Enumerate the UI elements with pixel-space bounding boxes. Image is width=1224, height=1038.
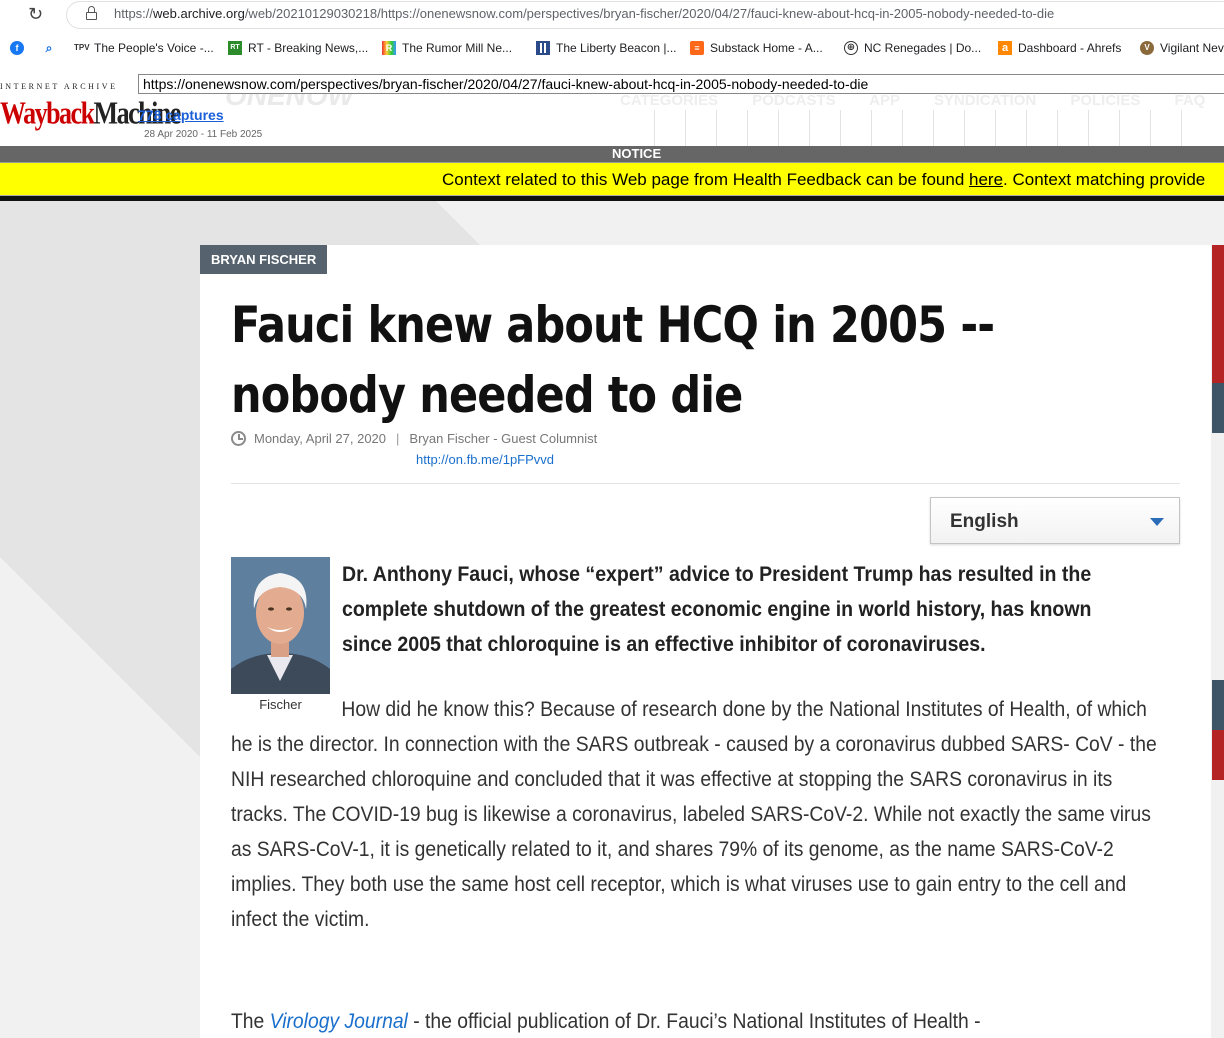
bookmark-label: The Rumor Mill Ne... xyxy=(402,41,513,55)
language-select[interactable]: English xyxy=(930,497,1180,544)
search-bookmark[interactable]: ⌕ xyxy=(42,41,56,55)
notice-text: Context related to this Web page from He… xyxy=(442,170,969,189)
bookmark-rt[interactable]: RT RT - Breaking News,... xyxy=(228,41,368,55)
meta-separator: | xyxy=(396,431,400,446)
lock-icon[interactable] xyxy=(86,6,97,20)
article-headline: Fauci knew about HCQ in 2005 -- nobody n… xyxy=(231,296,995,424)
bookmark-label: Vigilant Nev xyxy=(1160,41,1224,55)
bookmark-ahrefs[interactable]: a Dashboard - Ahrefs xyxy=(998,41,1121,55)
clock-icon xyxy=(231,431,246,446)
bookmark-substack[interactable]: ≡ Substack Home - A... xyxy=(690,41,823,55)
facebook-icon: f xyxy=(10,41,24,55)
wayback-logo-part: Wayback xyxy=(0,96,95,131)
notice-text-tail: . Context matching provide xyxy=(1003,170,1206,189)
language-value: English xyxy=(950,511,1019,532)
url-prefix: https:// xyxy=(114,6,154,21)
captures-link[interactable]: 778 captures xyxy=(138,107,224,123)
article-meta: Monday, April 27, 2020 | Bryan Fischer -… xyxy=(231,431,597,446)
author-category-tab[interactable]: BRYAN FISCHER xyxy=(200,245,328,274)
notice-title: NOTICE xyxy=(0,146,1224,162)
wayback-toolbar: ONENOW CATEGORIES PODCASTS APP SYNDICATI… xyxy=(0,70,1224,146)
bookmark-label: NC Renegades | Do... xyxy=(864,41,982,55)
bookmark-label: RT - Breaking News,... xyxy=(248,41,369,55)
rumor-mill-icon: R xyxy=(382,41,396,55)
virology-journal-link[interactable]: Virology Journal xyxy=(270,1010,408,1033)
reload-icon[interactable]: ↻ xyxy=(28,4,43,25)
bookmark-liberty-beacon[interactable]: The Liberty Beacon |... xyxy=(536,41,677,55)
facebook-bookmark[interactable]: f xyxy=(10,41,24,55)
right-edge-strip xyxy=(1212,245,1224,1038)
bookmark-vigilant[interactable]: V Vigilant Nev xyxy=(1140,41,1224,55)
article-byline: Bryan Fischer - Guest Columnist xyxy=(409,431,598,446)
capture-sparkline[interactable] xyxy=(654,110,1212,146)
author-portrait xyxy=(231,557,330,694)
article-lead: Dr. Anthony Fauci, whose “expert” advice… xyxy=(342,563,1092,656)
grid-icon xyxy=(536,41,550,55)
paragraph-text: How did he know this? Because of researc… xyxy=(231,698,1157,931)
globe-icon: ⊕ xyxy=(844,41,858,55)
internet-archive-label: INTERNET ARCHIVE xyxy=(0,82,118,91)
browser-address-bar: ↻ https://web.archive.org/web/2021012903… xyxy=(0,0,1224,30)
url-path: /web/20210129030218/https://onenewsnow.c… xyxy=(244,6,1055,21)
capture-date-range: 28 Apr 2020 - 11 Feb 2025 xyxy=(144,129,263,140)
ahrefs-icon: a xyxy=(998,41,1012,55)
url-text[interactable]: https://web.archive.org/web/202101290302… xyxy=(114,6,1054,21)
paragraph-text: The xyxy=(231,1010,270,1033)
bookmark-peoples-voice[interactable]: TPV The People's Voice -... xyxy=(74,41,214,55)
meta-divider xyxy=(231,483,1180,484)
chevron-down-icon xyxy=(1150,518,1164,526)
short-link[interactable]: http://on.fb.me/1pFPvvd xyxy=(416,452,554,467)
url-host: web.archive.org xyxy=(153,6,245,21)
bookmark-rumor-mill[interactable]: R The Rumor Mill Ne... xyxy=(382,41,512,55)
notice-banner: Context related to this Web page from He… xyxy=(0,162,1224,196)
bookmark-label: The Liberty Beacon |... xyxy=(556,41,677,55)
paragraph-text-tail: - the official publication of Dr. Fauci’… xyxy=(407,1010,981,1033)
notice-here-link[interactable]: here xyxy=(969,170,1003,189)
bookmarks-bar: f ⌕ TPV The People's Voice -... RT RT - … xyxy=(0,36,1224,62)
bookmark-label: The People's Voice -... xyxy=(94,41,214,55)
article-paragraph-2: The Virology Journal - the official publ… xyxy=(231,1004,1160,1038)
peoples-voice-icon: TPV xyxy=(74,43,90,52)
vigilant-icon: V xyxy=(1140,41,1154,55)
search-icon: ⌕ xyxy=(45,41,53,55)
article-paragraph: How did he know this? Because of researc… xyxy=(231,692,1160,937)
article-date: Monday, April 27, 2020 xyxy=(254,431,387,446)
bookmark-label: Substack Home - A... xyxy=(710,41,823,55)
bookmark-nc-renegades[interactable]: ⊕ NC Renegades | Do... xyxy=(844,41,981,55)
author-photo xyxy=(231,557,330,694)
rt-icon: RT xyxy=(228,41,242,55)
site-nav-ghost: CATEGORIES PODCASTS APP SYNDICATION POLI… xyxy=(620,92,1206,109)
bookmark-label: Dashboard - Ahrefs xyxy=(1018,41,1122,55)
wayback-url-input[interactable]: https://onenewsnow.com/perspectives/brya… xyxy=(138,74,1224,94)
substack-icon: ≡ xyxy=(690,41,704,55)
